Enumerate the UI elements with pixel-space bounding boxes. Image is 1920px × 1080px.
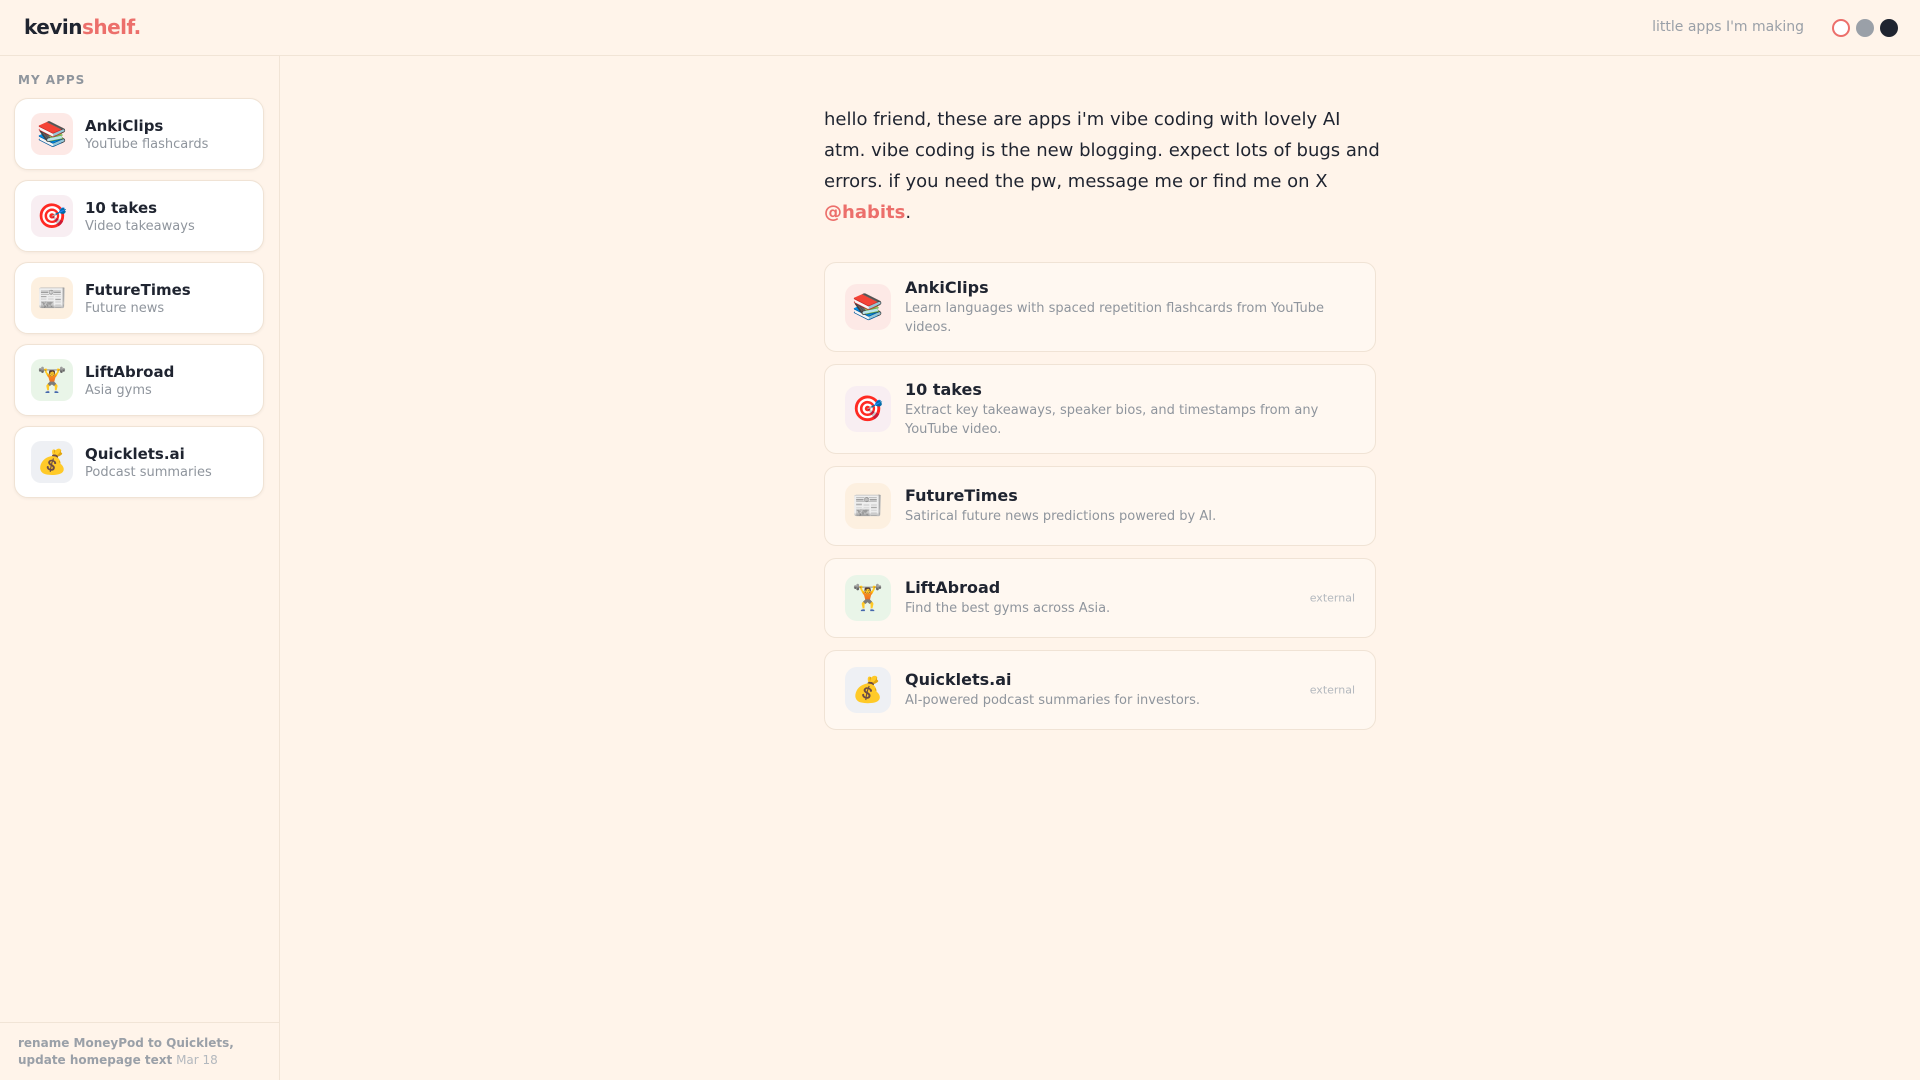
theme-dark-button[interactable] bbox=[1880, 19, 1898, 37]
sidebar-app-list: 📚 AnkiClips YouTube flashcards 🎯 10 take… bbox=[14, 98, 264, 508]
app-card-ankiclips[interactable]: 📚 AnkiClips Learn languages with spaced … bbox=[824, 262, 1376, 352]
sidebar-item-subtitle: YouTube flashcards bbox=[85, 136, 209, 152]
sidebar-item-subtitle: Podcast summaries bbox=[85, 464, 212, 480]
logo-accent-text: shelf. bbox=[81, 15, 141, 39]
sidebar-item-10-takes[interactable]: 🎯 10 takes Video takeaways bbox=[14, 180, 264, 252]
weightlifter-icon: 🏋 bbox=[845, 575, 891, 621]
intro-text: hello friend, these are apps i'm vibe co… bbox=[824, 109, 1380, 192]
app-card-name: AnkiClips bbox=[905, 277, 989, 297]
app-card-quicklets[interactable]: 💰 Quicklets.ai AI-powered podcast summar… bbox=[824, 650, 1376, 730]
commit-date: Mar 18 bbox=[176, 1053, 218, 1067]
theme-switcher bbox=[1832, 19, 1898, 37]
weightlifter-icon: 🏋 bbox=[31, 359, 73, 401]
sidebar: MY APPS 📚 AnkiClips YouTube flashcards 🎯… bbox=[0, 56, 280, 1080]
app-card-name: LiftAbroad bbox=[905, 578, 1001, 597]
app-card-10-takes[interactable]: 🎯 10 takes Extract key takeaways, speake… bbox=[824, 364, 1376, 454]
sidebar-item-quicklets[interactable]: 💰 Quicklets.ai Podcast summaries bbox=[14, 426, 264, 498]
site-logo[interactable]: kevinshelf. bbox=[24, 15, 141, 39]
theme-gray-button[interactable] bbox=[1856, 19, 1874, 37]
target-icon: 🎯 bbox=[845, 386, 891, 432]
sidebar-item-liftabroad[interactable]: 🏋 LiftAbroad Asia gyms bbox=[14, 344, 264, 416]
sidebar-item-ankiclips[interactable]: 📚 AnkiClips YouTube flashcards bbox=[14, 98, 264, 170]
newspaper-icon: 📰 bbox=[31, 277, 73, 319]
app-card-description: Find the best gyms across Asia. bbox=[905, 601, 1111, 616]
money-bag-icon: 💰 bbox=[31, 441, 73, 483]
sidebar-heading: MY APPS bbox=[18, 73, 86, 87]
logo-main-text: kevin bbox=[24, 15, 82, 39]
app-card-list: 📚 AnkiClips Learn languages with spaced … bbox=[824, 262, 1376, 742]
books-icon: 📚 bbox=[845, 284, 891, 330]
top-header: kevinshelf. little apps I'm making bbox=[0, 0, 1920, 56]
sidebar-item-futuretimes[interactable]: 📰 FutureTimes Future news bbox=[14, 262, 264, 334]
header-tagline: little apps I'm making bbox=[1652, 19, 1804, 35]
intro-end: . bbox=[905, 202, 912, 223]
last-commit-info: rename MoneyPod to Quicklets, update hom… bbox=[0, 1022, 279, 1080]
sidebar-item-subtitle: Video takeaways bbox=[85, 218, 195, 234]
app-card-liftabroad[interactable]: 🏋 LiftAbroad Find the best gyms across A… bbox=[824, 558, 1376, 638]
sidebar-item-name: 10 takes bbox=[85, 198, 158, 217]
app-card-description: AI-powered podcast summaries for investo… bbox=[905, 693, 1201, 708]
sidebar-item-subtitle: Asia gyms bbox=[85, 382, 152, 398]
app-card-description: Satirical future news predictions powere… bbox=[905, 509, 1217, 524]
external-badge: external bbox=[1309, 683, 1355, 697]
sidebar-item-name: AnkiClips bbox=[85, 116, 164, 135]
sidebar-item-name: LiftAbroad bbox=[85, 362, 175, 381]
app-card-futuretimes[interactable]: 📰 FutureTimes Satirical future news pred… bbox=[824, 466, 1376, 546]
money-bag-icon: 💰 bbox=[845, 667, 891, 713]
target-icon: 🎯 bbox=[31, 195, 73, 237]
intro-paragraph: hello friend, these are apps i'm vibe co… bbox=[824, 104, 1384, 228]
app-card-description: Extract key takeaways, speaker bios, and… bbox=[905, 402, 1319, 437]
sidebar-item-subtitle: Future news bbox=[85, 300, 165, 316]
external-badge: external bbox=[1309, 591, 1355, 605]
theme-light-button[interactable] bbox=[1832, 19, 1850, 37]
books-icon: 📚 bbox=[31, 113, 73, 155]
sidebar-item-name: FutureTimes bbox=[85, 280, 191, 299]
app-card-name: 10 takes bbox=[905, 379, 982, 399]
sidebar-item-name: Quicklets.ai bbox=[85, 444, 185, 463]
app-card-name: FutureTimes bbox=[905, 486, 1018, 505]
x-handle-link[interactable]: @habits bbox=[824, 202, 905, 223]
app-card-description: Learn languages with spaced repetition f… bbox=[905, 300, 1324, 335]
app-card-name: Quicklets.ai bbox=[905, 670, 1012, 689]
newspaper-icon: 📰 bbox=[845, 483, 891, 529]
